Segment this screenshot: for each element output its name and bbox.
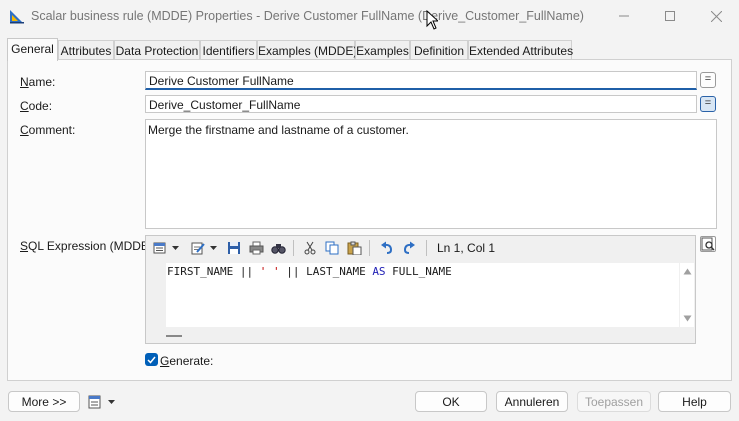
edit-dropdown-button[interactable] <box>191 240 219 256</box>
paste-button[interactable] <box>347 240 362 256</box>
apply-button[interactable]: Toepassen <box>577 391 651 412</box>
edit-icon <box>191 242 205 255</box>
code-field[interactable]: Derive_Customer_FullName <box>145 95 697 113</box>
sql-code-area[interactable]: FIRST_NAME || ' ' || LAST_NAME AS FULL_N… <box>166 263 679 327</box>
close-button[interactable] <box>693 0 739 32</box>
scroll-down-icon <box>683 315 692 322</box>
print-icon <box>249 241 264 255</box>
sql-preview-button[interactable] <box>700 236 716 252</box>
sql-string-literal: ' ' <box>259 265 280 278</box>
sql-toolbar: Ln 1, Col 1 <box>147 237 695 259</box>
tab-examples-mdde[interactable]: Examples (MDDE) <box>257 40 357 60</box>
find-button[interactable] <box>271 240 286 256</box>
checkmark-icon <box>147 356 156 364</box>
tab-examples[interactable]: Examples <box>355 40 410 60</box>
help-button[interactable]: Help <box>658 391 731 412</box>
chevron-down-icon <box>108 400 115 404</box>
chevron-down-icon <box>172 246 179 250</box>
comment-textarea[interactable]: Merge the firstname and lastname of a cu… <box>145 119 717 229</box>
sql-expression-label: SQL Expression (MDDE): <box>20 239 157 253</box>
maximize-icon <box>665 11 675 21</box>
maximize-button[interactable] <box>647 0 693 32</box>
name-field[interactable]: Derive Customer FullName <box>145 71 697 90</box>
ok-button[interactable]: OK <box>415 391 487 412</box>
sql-token: || LAST_NAME <box>279 265 373 278</box>
chevron-down-icon <box>210 246 217 250</box>
window-title: Scalar business rule (MDDE) Properties -… <box>31 9 584 23</box>
cursor-position: Ln 1, Col 1 <box>437 241 496 255</box>
code-equals-button[interactable]: = <box>700 96 716 112</box>
redo-button[interactable] <box>402 240 416 256</box>
print-button[interactable] <box>249 240 264 256</box>
sql-token: FIRST_NAME || <box>167 265 260 278</box>
generate-checkbox[interactable] <box>145 353 158 366</box>
mouse-cursor-icon <box>426 10 438 30</box>
name-label: Name: <box>20 75 56 89</box>
sql-keyword: AS <box>372 265 386 278</box>
copy-button[interactable] <box>325 240 340 256</box>
tab-attributes[interactable]: Attributes <box>58 40 114 60</box>
sql-expression-editor: Ln 1, Col 1 FIRST_NAME || ' ' || LAST_NA… <box>145 235 696 344</box>
properties-dropdown-button[interactable] <box>153 240 181 256</box>
paste-icon <box>347 241 362 255</box>
vertical-scrollbar[interactable] <box>680 263 694 327</box>
print-dropdown-button[interactable] <box>88 394 116 410</box>
minimize-icon <box>619 15 629 17</box>
print-options-icon <box>88 395 101 409</box>
scrollbar-thumb[interactable] <box>166 335 182 337</box>
tab-identifiers[interactable]: Identifiers <box>200 40 257 60</box>
sql-code: FIRST_NAME || ' ' || LAST_NAME AS FULL_N… <box>167 265 452 278</box>
preview-icon <box>701 237 715 251</box>
toolbar-separator <box>369 240 370 256</box>
copy-icon <box>325 241 339 255</box>
cut-button[interactable] <box>303 240 317 256</box>
name-equals-button[interactable]: = <box>700 72 716 88</box>
find-icon <box>271 244 286 254</box>
tab-extended-attributes[interactable]: Extended Attributes <box>468 40 573 60</box>
rule-app-icon <box>10 10 24 24</box>
minimize-button[interactable] <box>601 0 647 32</box>
tab-data-protection[interactable]: Data Protection <box>114 40 200 60</box>
save-icon <box>228 242 240 254</box>
title-bar: Scalar business rule (MDDE) Properties -… <box>0 0 739 32</box>
scroll-up-icon <box>683 268 692 275</box>
code-label: Code: <box>20 99 53 113</box>
undo-button[interactable] <box>380 240 394 256</box>
close-icon <box>710 10 722 22</box>
tab-general[interactable]: General <box>7 38 58 61</box>
generate-label: Generate: <box>160 354 214 368</box>
toolbar-separator <box>293 240 294 256</box>
horizontal-scrollbar[interactable] <box>166 327 679 343</box>
undo-icon <box>381 241 393 254</box>
comment-label: Comment: <box>20 123 76 137</box>
tab-definition[interactable]: Definition <box>410 40 468 60</box>
cancel-button[interactable]: Annuleren <box>496 391 568 412</box>
redo-icon <box>403 241 415 254</box>
sql-token: FULL_NAME <box>385 265 452 278</box>
toolbar-separator <box>426 240 427 256</box>
cut-icon <box>304 241 316 255</box>
more-button[interactable]: More >> <box>8 391 80 412</box>
properties-icon <box>153 242 166 254</box>
save-button[interactable] <box>227 240 241 256</box>
